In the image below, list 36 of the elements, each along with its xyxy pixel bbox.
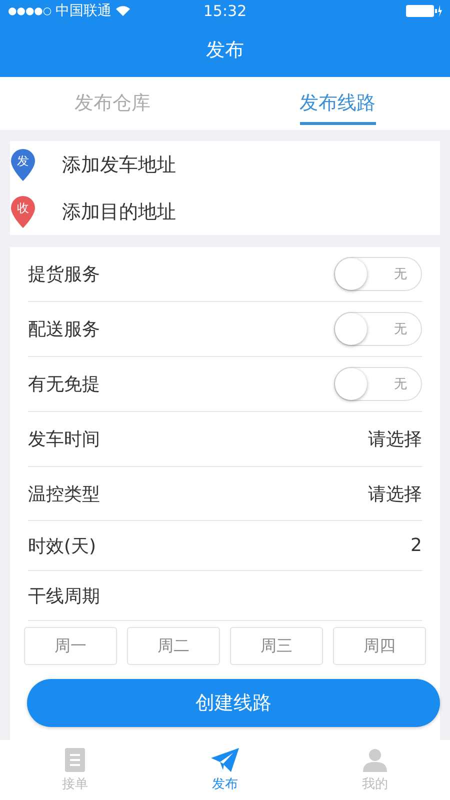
page-title: 发布 [206, 38, 244, 62]
day-chip[interactable]: 周三 [230, 627, 323, 665]
toggle-switch[interactable]: 无 [334, 257, 422, 291]
day-chip[interactable]: 周四 [333, 627, 426, 665]
map-pin-icon: 收 [10, 194, 36, 228]
person-icon [363, 748, 387, 772]
status-time: 15:32 [203, 2, 247, 20]
create-route-button[interactable]: 创建线路 [27, 679, 440, 727]
map-pin-icon: 发 [10, 148, 36, 182]
tab-bar-item[interactable]: 发布 [150, 740, 300, 800]
field-value[interactable]: 2 [410, 535, 422, 556]
field-value[interactable]: 请选择 [368, 482, 422, 506]
wifi-icon [116, 6, 130, 16]
field-label: 干线周期 [28, 584, 100, 608]
field-label: 时效(天) [28, 534, 96, 558]
tab[interactable]: 发布仓库 [74, 81, 150, 125]
tab-bar-item[interactable]: 接单 [0, 740, 150, 800]
carrier-name: 中国联通 [56, 2, 112, 20]
paper-plane-icon [211, 748, 239, 772]
day-chip[interactable]: 周二 [127, 627, 220, 665]
toggle-switch[interactable]: 无 [334, 312, 422, 346]
field-label: 发车时间 [28, 428, 100, 451]
day-chip[interactable]: 周一 [24, 627, 117, 665]
tab-bar-item[interactable]: 我的 [300, 740, 450, 800]
battery-icon [406, 5, 442, 17]
field-label: 有无免提 [28, 373, 100, 396]
field-label: 配送服务 [28, 318, 100, 341]
field-value[interactable]: 请选择 [368, 427, 422, 451]
field-label: 提货服务 [28, 263, 100, 286]
tab[interactable]: 发布线路 [300, 81, 376, 125]
field-label: 温控类型 [28, 482, 100, 506]
address-link[interactable]: 添加发车地址 [62, 152, 176, 178]
toggle-switch[interactable]: 无 [334, 367, 422, 401]
signal-strength: ●●●●○ [8, 6, 52, 16]
address-link[interactable]: 添加目的地址 [62, 198, 176, 224]
document-icon [65, 748, 85, 772]
